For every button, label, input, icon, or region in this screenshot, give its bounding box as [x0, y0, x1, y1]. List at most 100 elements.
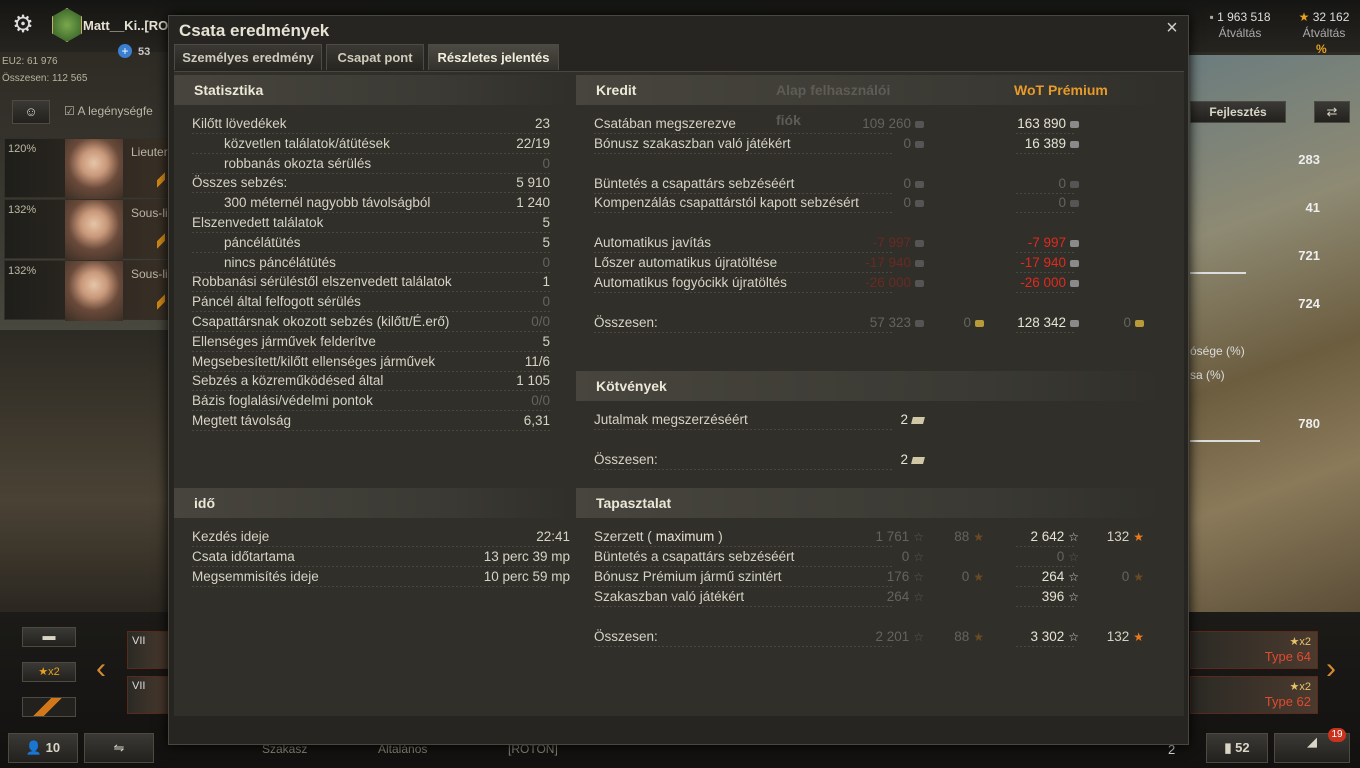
xp-earned-label: Szerzett ( [594, 529, 652, 544]
basic-xp: 264 ☆ [886, 589, 924, 604]
basic-account-col: Alap felhasználói fiók [776, 82, 891, 128]
vehicle-card[interactable]: VII [127, 676, 169, 714]
stat-label: Bázis foglalási/védelmi pontok [192, 393, 373, 409]
time-value: 13 perc 39 mp [483, 549, 570, 564]
premium-xp: 2 642 ☆ [1030, 529, 1079, 544]
tank-filter-button[interactable]: ▬ [22, 627, 76, 647]
credits-icon [1070, 259, 1079, 267]
credit-label: Lőszer automatikus újratöltése [594, 255, 778, 270]
row-underline [594, 646, 894, 647]
crew-member-2[interactable]: 132% Sous-li [4, 199, 170, 260]
gold-convert-link[interactable]: Átváltás [1290, 26, 1358, 40]
vehicle-card[interactable]: VII [127, 631, 169, 669]
player-name[interactable]: Matt__Ki..[RO [83, 18, 168, 33]
xp-maximum-label: maximum [655, 529, 715, 544]
stat-label: közvetlen találatok/átütések [224, 135, 390, 151]
star-icon: ☆ [1068, 630, 1079, 644]
vehicle-card-type64[interactable]: ★x2 Type 64 [1190, 631, 1318, 669]
gold-icon [975, 319, 984, 327]
basic-credits: -7 997 [873, 233, 924, 253]
free-xp-star-icon: ★ [973, 630, 984, 644]
xp-label: Összesen: [594, 629, 658, 644]
crew-member-1[interactable]: 120% Lieuter [4, 138, 170, 199]
carousel-left-arrow-icon[interactable]: ‹ [96, 652, 106, 686]
checkbox-icon[interactable]: ☑ [64, 104, 75, 118]
tab-detailed-report[interactable]: Részletes jelentés [428, 44, 559, 70]
stat-row: Ellenséges járművek felderítve 5 [192, 332, 572, 352]
total-stat: Összesen: 112 565 [2, 73, 88, 84]
premium-gold: 0 [1123, 313, 1144, 333]
tab-team-score[interactable]: Csapat pont [326, 44, 424, 70]
stats-header: Statisztika [174, 75, 572, 105]
stats-button[interactable]: ▮ 52 [1206, 733, 1268, 763]
compare-button[interactable]: ⇄ [1314, 101, 1350, 123]
xp-label: Szakaszban való játékért [594, 589, 745, 604]
stat-value: 23 [534, 116, 550, 131]
stat-row: robbanás okozta sérülés 0 [192, 154, 572, 174]
plus-icon: + [118, 44, 132, 58]
bond-label: Jutalmak megszerzéséért [594, 412, 748, 427]
platoon-button[interactable]: 👤 10 [8, 733, 78, 763]
bell-icon: ◢ [1307, 734, 1317, 749]
gold-icon [1135, 319, 1144, 327]
upgrade-button[interactable]: Fejlesztés [1190, 101, 1286, 123]
stat-label: ósége (%) [1190, 344, 1245, 358]
star-icon: ☆ [913, 630, 924, 644]
row-underline [1016, 646, 1076, 647]
credit-label: Csatában megszerezve [594, 116, 736, 131]
time-row: Csata időtartama 13 perc 39 mp [192, 547, 572, 567]
stat-label: Kilőtt lövedékek [192, 116, 287, 131]
stat-label: sa (%) [1190, 368, 1225, 382]
stat-label: Összes sebzés: [192, 175, 288, 191]
stat-value: 721 [1298, 248, 1320, 263]
xp-row: Büntetés a csapattárs sebzéséért 0 ☆ 0 ☆ [594, 547, 1174, 567]
stat-value: 0/0 [531, 393, 550, 409]
row-underline [1016, 606, 1076, 607]
stat-row: Sebzés a közreműködésed által 1 105 [192, 371, 572, 391]
bond-value: 2 [900, 410, 925, 430]
credits-section: Kredit Alap felhasználói fiók WoT Prémiu… [576, 75, 1166, 355]
stat-label: páncélátütés [224, 234, 301, 250]
stat-value: 1 240 [516, 195, 550, 211]
row-underline [594, 291, 894, 293]
credits-convert-link[interactable]: Átváltás [1200, 26, 1280, 40]
handshake-icon: ⇋ [113, 740, 125, 755]
credits-display[interactable]: ▪ 1 963 518 Átváltás [1200, 10, 1280, 40]
close-icon[interactable]: × [1162, 18, 1182, 38]
premium-xp: 3 302 ☆ [1030, 629, 1079, 644]
stat-label: Csapattársnak okozott sebzés (kilőtt/É.e… [192, 314, 450, 329]
row-underline [192, 430, 552, 431]
time-label: Kezdés ideje [192, 529, 270, 544]
stat-value: 11/6 [524, 353, 550, 369]
crew-member-3[interactable]: 132% Sous-li [4, 260, 170, 321]
credit-row: Csatában megszerezve 109 260 163 890 [594, 114, 1174, 134]
bonds-header: Kötvények [576, 371, 1166, 401]
bond-row: Jutalmak megszerzéséért 2 [594, 410, 1174, 430]
stat-row: páncélátütés 5 [192, 233, 572, 253]
settings-gear-icon[interactable]: ⚙ [8, 10, 38, 40]
stat-value: 41 [1305, 200, 1320, 215]
xp-earned-close: ) [718, 529, 723, 544]
carousel-right-arrow-icon[interactable]: › [1326, 652, 1336, 686]
row-underline [594, 212, 894, 214]
crew-filter[interactable]: ☑ A legénységfe [64, 104, 168, 118]
plus-counter[interactable]: +53 [118, 44, 150, 58]
credits-icon [1070, 200, 1079, 208]
clan-emblem-icon[interactable] [52, 8, 82, 42]
stat-value: 283 [1298, 152, 1320, 167]
xp-label: Bónusz Prémium jármű szintért [594, 569, 782, 584]
premium-filter-button[interactable] [22, 697, 76, 717]
stat-row: Megtett távolság 6,31 [192, 411, 572, 431]
stat-label: Robbanási sérüléstől elszenvedett talála… [192, 274, 452, 290]
vehicle-card-type62[interactable]: ★x2 Type 62 [1190, 676, 1318, 714]
tab-personal[interactable]: Személyes eredmény [174, 44, 322, 70]
premium-credits: -26 000 [1020, 273, 1079, 293]
premium-free-xp: 132 ★ [1106, 629, 1144, 644]
friends-button[interactable]: ⇋ [84, 733, 154, 763]
credit-row: Automatikus fogyócikk újratöltés -26 000 -… [594, 273, 1174, 293]
xp-filter-button[interactable]: ★x2 [22, 662, 76, 682]
gold-display[interactable]: ★ 32 162 Átváltás [1290, 10, 1358, 40]
credits-icon [915, 140, 924, 148]
crew-menu-button[interactable]: ☺ [12, 100, 50, 124]
basic-xp: 176 ☆ [886, 569, 924, 584]
